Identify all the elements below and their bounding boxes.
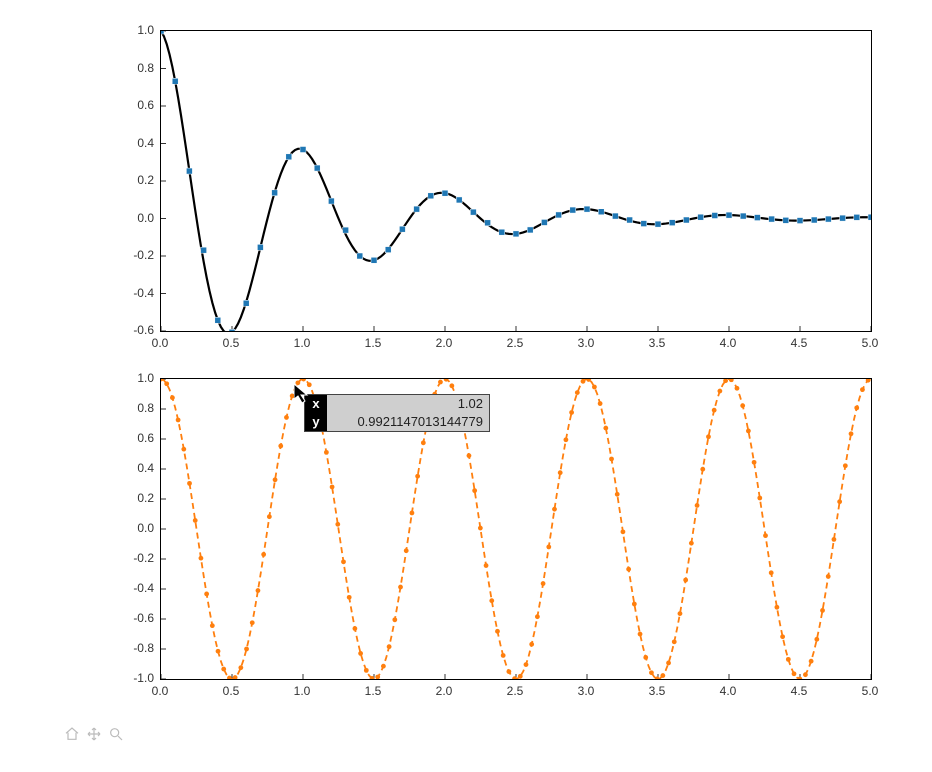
home-icon[interactable] [64, 726, 80, 745]
tooltip-y-key: y [305, 413, 327, 431]
x-tick-label: 5.0 [862, 336, 879, 350]
zoom-icon[interactable] [108, 726, 124, 745]
x-tick-label: 1.5 [365, 336, 382, 350]
y-tick-label: -0.8 [126, 641, 154, 655]
x-tick-label: 3.5 [649, 336, 666, 350]
x-tick-label: 2.0 [436, 684, 453, 698]
y-tick-label: 0.0 [126, 521, 154, 535]
x-tick-label: 3.0 [578, 336, 595, 350]
y-tick-label: 1.0 [126, 371, 154, 385]
y-tick-label: -0.2 [126, 551, 154, 565]
x-tick-label: 5.0 [862, 684, 879, 698]
y-tick-label: 0.2 [126, 173, 154, 187]
x-tick-label: 2.5 [507, 684, 524, 698]
x-tick-label: 2.5 [507, 336, 524, 350]
x-tick-label: 0.5 [223, 336, 240, 350]
y-tick-label: 0.6 [126, 98, 154, 112]
y-tick-label: 0.2 [126, 491, 154, 505]
hover-tooltip: x 1.02 y 0.9921147013144779 [304, 394, 490, 432]
x-tick-label: 2.0 [436, 336, 453, 350]
x-tick-label: 1.0 [294, 684, 311, 698]
y-tick-label: 0.4 [126, 461, 154, 475]
y-tick-label: -0.6 [126, 611, 154, 625]
x-tick-label: 1.5 [365, 684, 382, 698]
tooltip-y-value: 0.9921147013144779 [327, 413, 489, 431]
x-tick-label: 4.5 [791, 684, 808, 698]
pan-icon[interactable] [86, 726, 102, 745]
y-tick-label: 0.4 [126, 136, 154, 150]
y-tick-label: 0.6 [126, 431, 154, 445]
y-tick-label: 0.0 [126, 211, 154, 225]
y-tick-label: 0.8 [126, 401, 154, 415]
y-tick-label: -0.2 [126, 248, 154, 262]
x-tick-label: 1.0 [294, 336, 311, 350]
x-tick-label: 0.0 [152, 684, 169, 698]
chart-panel-top[interactable] [160, 30, 872, 332]
plot-toolbar [64, 726, 124, 745]
x-tick-label: 0.0 [152, 336, 169, 350]
x-tick-label: 3.0 [578, 684, 595, 698]
chart-panel-bottom[interactable] [160, 378, 872, 680]
y-tick-label: -0.4 [126, 286, 154, 300]
y-tick-label: -0.6 [126, 323, 154, 337]
x-tick-label: 3.5 [649, 684, 666, 698]
x-tick-label: 4.0 [720, 684, 737, 698]
y-tick-label: -1.0 [126, 671, 154, 685]
y-tick-label: 0.8 [126, 61, 154, 75]
tooltip-x-key: x [305, 395, 327, 413]
x-tick-label: 4.0 [720, 336, 737, 350]
x-tick-label: 0.5 [223, 684, 240, 698]
y-tick-label: 1.0 [126, 23, 154, 37]
tooltip-x-value: 1.02 [327, 395, 489, 413]
y-tick-label: -0.4 [126, 581, 154, 595]
x-tick-label: 4.5 [791, 336, 808, 350]
